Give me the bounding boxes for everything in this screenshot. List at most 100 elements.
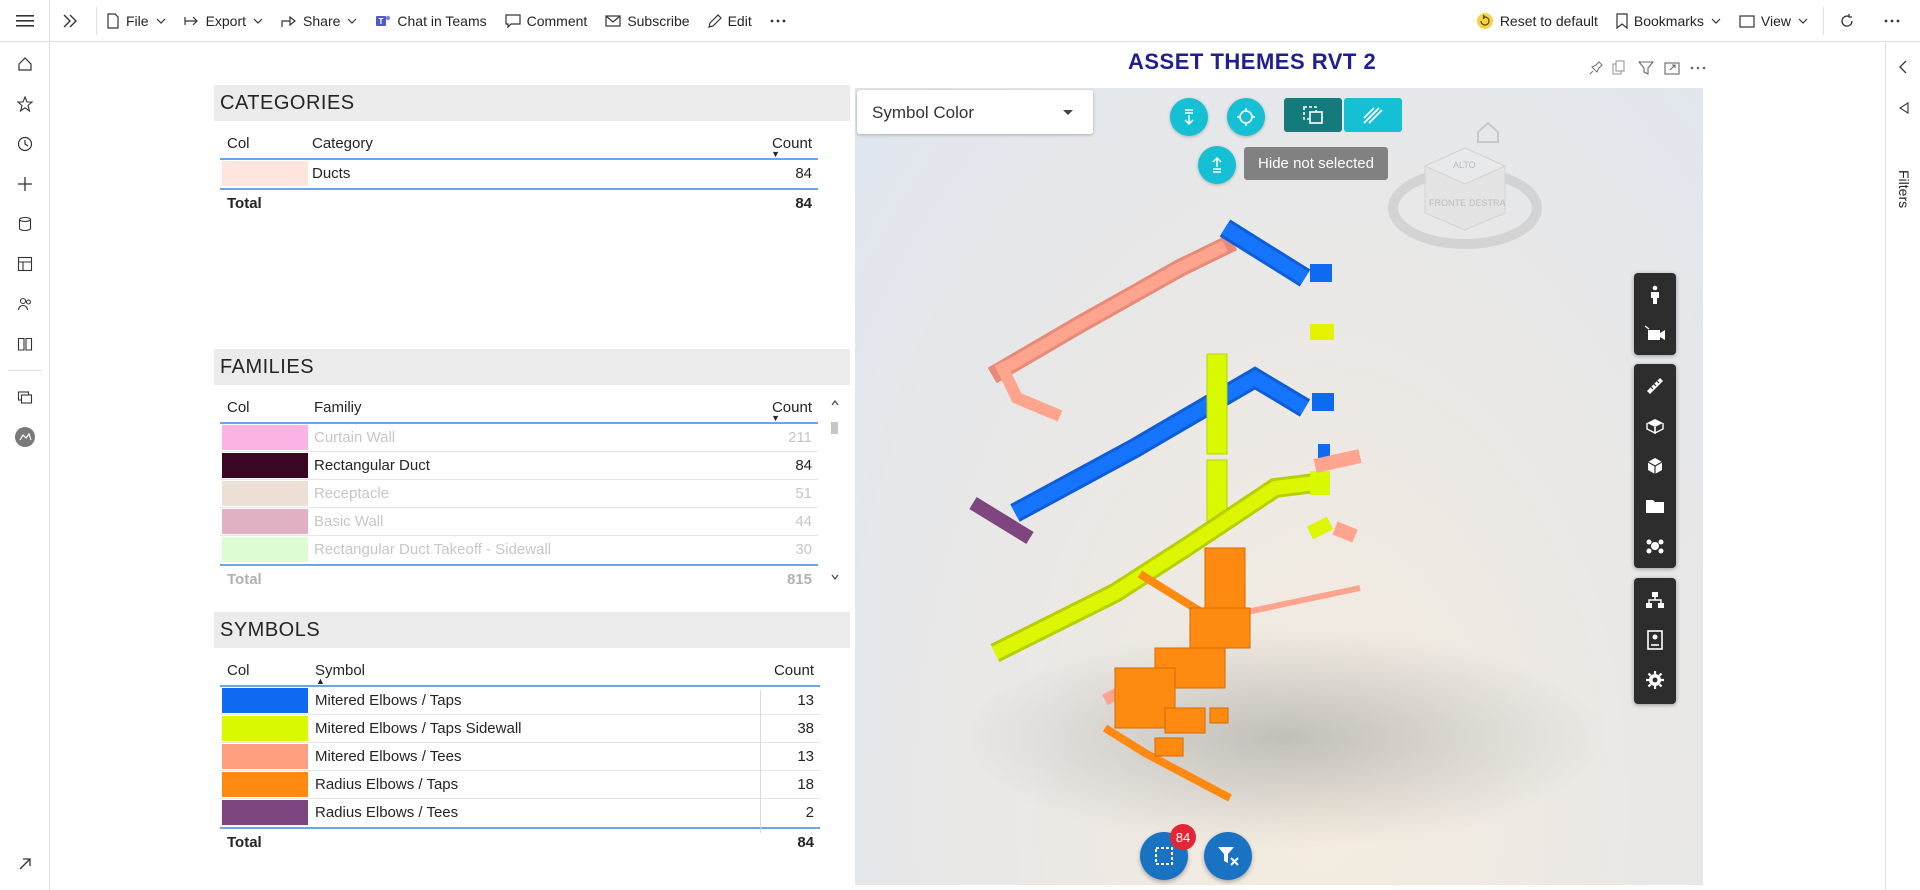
bim-model-render[interactable]: ALTO FRONTE DESTRA	[855, 88, 1703, 885]
home-nav-button[interactable]	[13, 52, 37, 76]
properties-button[interactable]	[1643, 534, 1667, 558]
model-browser-button[interactable]	[1643, 494, 1667, 518]
color-swatch	[222, 688, 308, 713]
col-header[interactable]: Col	[227, 662, 250, 679]
symbol-color-dropdown[interactable]: Symbol Color	[857, 90, 1093, 134]
view-cube[interactable]: ALTO FRONTE DESTRA	[1388, 147, 1542, 249]
workspaces-nav-button[interactable]	[13, 385, 37, 409]
color-swatch	[222, 425, 308, 450]
duct-run-salmon-upper[interactable]	[987, 233, 1238, 422]
section-box-button[interactable]	[1643, 414, 1667, 438]
pin-icon[interactable]	[1588, 60, 1604, 76]
shared-nav-button[interactable]	[13, 292, 37, 316]
focus-target-button[interactable]	[1227, 98, 1265, 136]
3d-viewer[interactable]: ALTO FRONTE DESTRA Symbol Color	[855, 88, 1703, 885]
filter-icon[interactable]	[1638, 60, 1654, 76]
apps-nav-button[interactable]	[13, 252, 37, 276]
family-header[interactable]: Familiy	[314, 399, 362, 416]
col-header[interactable]: Col	[227, 135, 250, 152]
box-lime[interactable]	[1310, 324, 1334, 340]
filters-pane-collapsed[interactable]: Filters	[1885, 42, 1920, 890]
reset-icon	[1476, 13, 1493, 29]
datasets-nav-button[interactable]	[13, 212, 37, 236]
scroll-thumb[interactable]	[831, 422, 838, 434]
measure-button[interactable]	[1643, 374, 1667, 398]
table-row[interactable]: Rectangular Duct 84	[220, 452, 818, 480]
structure-button[interactable]	[1643, 588, 1667, 612]
double-chevron-right-icon	[63, 14, 77, 27]
symbol-count: 38	[797, 720, 814, 737]
clear-filter-button[interactable]	[1204, 832, 1252, 880]
families-scrollbar[interactable]	[829, 398, 841, 588]
total-label: Total	[227, 571, 262, 588]
hamburger-menu-button[interactable]	[0, 0, 50, 42]
expand-button[interactable]	[50, 0, 96, 42]
table-row[interactable]: Receptacle 51	[220, 480, 818, 508]
family-name: Receptacle	[314, 485, 390, 502]
table-row[interactable]: Radius Elbows / Tees 2	[220, 799, 820, 827]
comment-button[interactable]: Comment	[496, 0, 597, 42]
workspace-avatar[interactable]	[13, 425, 37, 449]
scroll-down-icon[interactable]	[831, 574, 839, 580]
count-header[interactable]: Count	[774, 662, 814, 679]
collapse-down-button[interactable]	[1170, 98, 1208, 136]
more-actions-button[interactable]	[1870, 0, 1920, 42]
camera-button[interactable]	[1643, 321, 1667, 345]
bookmarks-menu-button[interactable]: Bookmarks	[1607, 0, 1730, 42]
report-title: ASSET THEMES RVT 2	[1128, 49, 1377, 74]
more-options-button[interactable]	[761, 0, 801, 42]
open-external-button[interactable]	[13, 852, 37, 876]
table-header: Col Category Count ▼	[220, 127, 818, 160]
file-menu-button[interactable]: File	[97, 0, 175, 42]
filter-outline-icon	[1898, 102, 1909, 114]
section-box-icon	[1646, 419, 1664, 435]
hide-not-selected-button[interactable]	[1284, 98, 1342, 132]
symbols-title: SYMBOLS	[214, 612, 850, 648]
table-row[interactable]: Mitered Elbows / Taps Sidewall 38	[220, 715, 820, 743]
database-icon	[18, 216, 32, 232]
ellipsis-icon[interactable]	[1690, 66, 1706, 70]
col-header[interactable]: Col	[227, 399, 250, 416]
clock-icon	[17, 136, 33, 152]
lime-riser-1[interactable]	[1206, 353, 1228, 455]
color-swatch	[222, 800, 308, 825]
total-label: Total	[227, 195, 262, 212]
settings-button[interactable]	[1643, 668, 1667, 692]
category-header[interactable]: Category	[312, 135, 373, 152]
refresh-button[interactable]	[1830, 0, 1870, 42]
viewcube-right-label: DESTRA	[1469, 198, 1506, 208]
table-row[interactable]: Basic Wall 44	[220, 508, 818, 536]
subscribe-button[interactable]: Subscribe	[596, 0, 698, 42]
duct-salmon-connector[interactable]	[1332, 521, 1358, 543]
duct-salmon-connector[interactable]	[1313, 449, 1362, 473]
scroll-up-icon[interactable]	[831, 400, 839, 406]
edit-button[interactable]: Edit	[699, 0, 761, 42]
favorites-nav-button[interactable]	[13, 92, 37, 116]
document-browser-button[interactable]	[1643, 628, 1667, 652]
view-menu-button[interactable]: View	[1730, 0, 1817, 42]
table-row[interactable]: Ducts 84	[220, 160, 818, 188]
copy-icon[interactable]	[1612, 60, 1626, 76]
explode-model-button[interactable]	[1643, 454, 1667, 478]
column-divider	[760, 690, 761, 833]
xray-toggle-button[interactable]	[1344, 98, 1402, 132]
share-menu-button[interactable]: Share	[272, 0, 366, 42]
table-row[interactable]: Mitered Elbows / Taps 13	[220, 687, 820, 715]
table-row[interactable]: Curtain Wall 211	[220, 424, 818, 452]
learn-nav-button[interactable]	[13, 332, 37, 356]
duct-run-blue-upper[interactable]	[1219, 219, 1332, 287]
expand-up-button[interactable]	[1198, 146, 1236, 184]
first-person-button[interactable]	[1643, 283, 1667, 307]
home-view-icon[interactable]	[1477, 121, 1499, 143]
export-menu-button[interactable]: Export	[175, 0, 272, 42]
video-camera-icon	[1644, 325, 1665, 340]
table-row[interactable]: Radius Elbows / Taps 18	[220, 771, 820, 799]
recent-nav-button[interactable]	[13, 132, 37, 156]
chat-in-teams-button[interactable]: T Chat in Teams	[366, 0, 495, 42]
table-row[interactable]: Rectangular Duct Takeoff - Sidewall 30	[220, 536, 818, 564]
create-nav-button[interactable]	[13, 172, 37, 196]
focus-mode-icon[interactable]	[1664, 60, 1680, 76]
reset-to-default-button[interactable]: Reset to default	[1467, 0, 1607, 42]
plus-icon	[18, 177, 32, 191]
table-row[interactable]: Mitered Elbows / Tees 13	[220, 743, 820, 771]
